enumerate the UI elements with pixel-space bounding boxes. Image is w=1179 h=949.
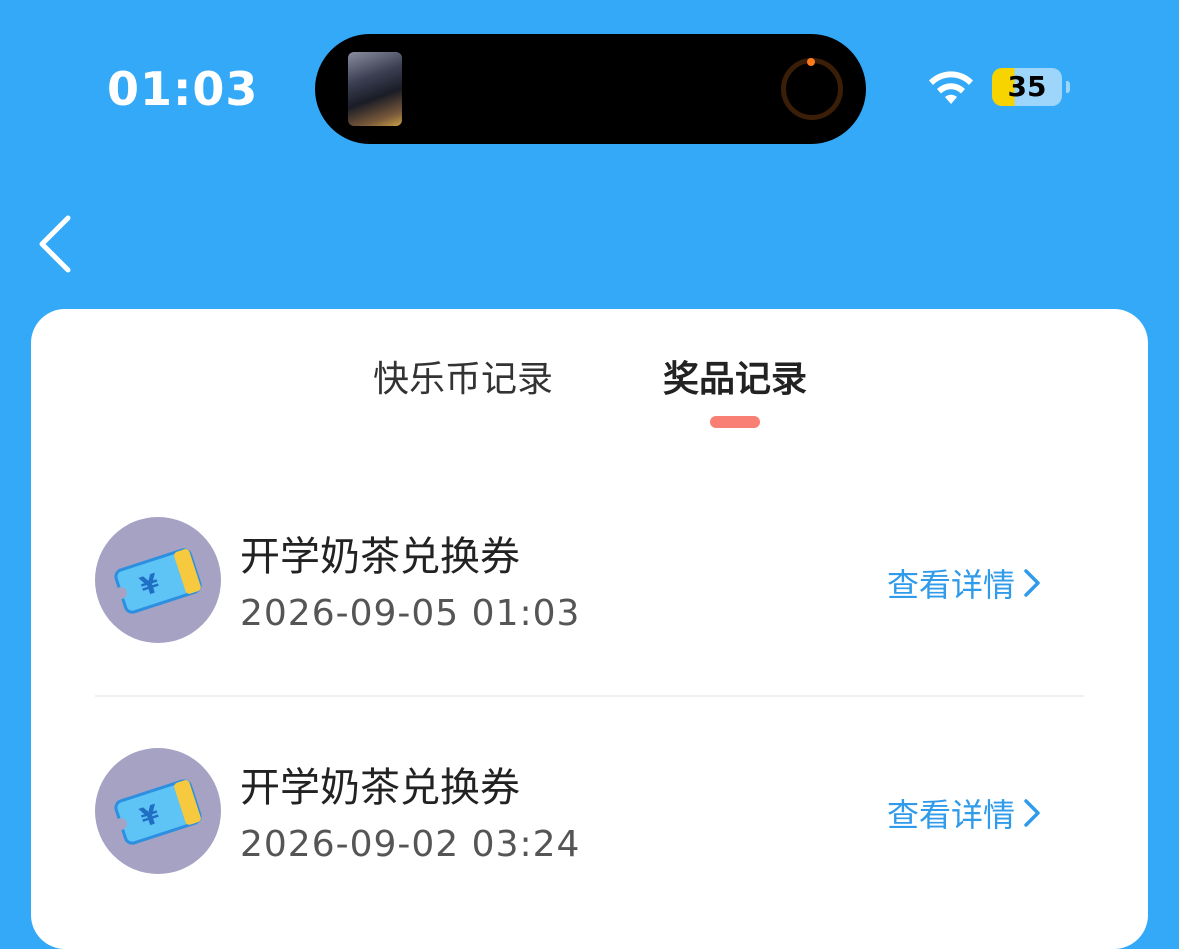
wifi-icon [929,71,973,104]
view-details-label: 查看详情 [887,566,1016,604]
chevron-right-icon [1024,799,1040,827]
chevron-left-icon[interactable] [34,212,78,276]
ticket-icon: ¥ [95,748,221,874]
view-details-link[interactable]: 查看详情 [887,790,1041,836]
record-time: 2026-09-02 03:24 [240,824,581,865]
active-tab-indicator [710,416,760,428]
view-details-label: 查看详情 [887,796,1016,834]
record-time: 2026-09-05 01:03 [240,593,581,634]
view-details-link[interactable]: 查看详情 [887,560,1041,606]
battery-indicator: 35 [992,68,1070,106]
row-divider [95,695,1084,697]
battery-cap [1066,81,1070,93]
now-playing-artwork[interactable] [348,52,402,126]
tab-coin-records[interactable]: 快乐币记录 [373,350,553,402]
battery-level: 35 [1007,70,1047,103]
dynamic-island[interactable] [315,34,866,144]
record-title: 开学奶茶兑换券 [240,765,520,811]
record-title: 开学奶茶兑换券 [240,534,520,580]
progress-ring-icon [781,58,843,120]
progress-ring-indicator [807,58,815,66]
ticket-icon: ¥ [95,517,221,643]
tab-prize-records[interactable]: 奖品记录 [663,350,807,402]
status-time: 01:03 [107,62,259,116]
chevron-right-icon [1024,569,1040,597]
